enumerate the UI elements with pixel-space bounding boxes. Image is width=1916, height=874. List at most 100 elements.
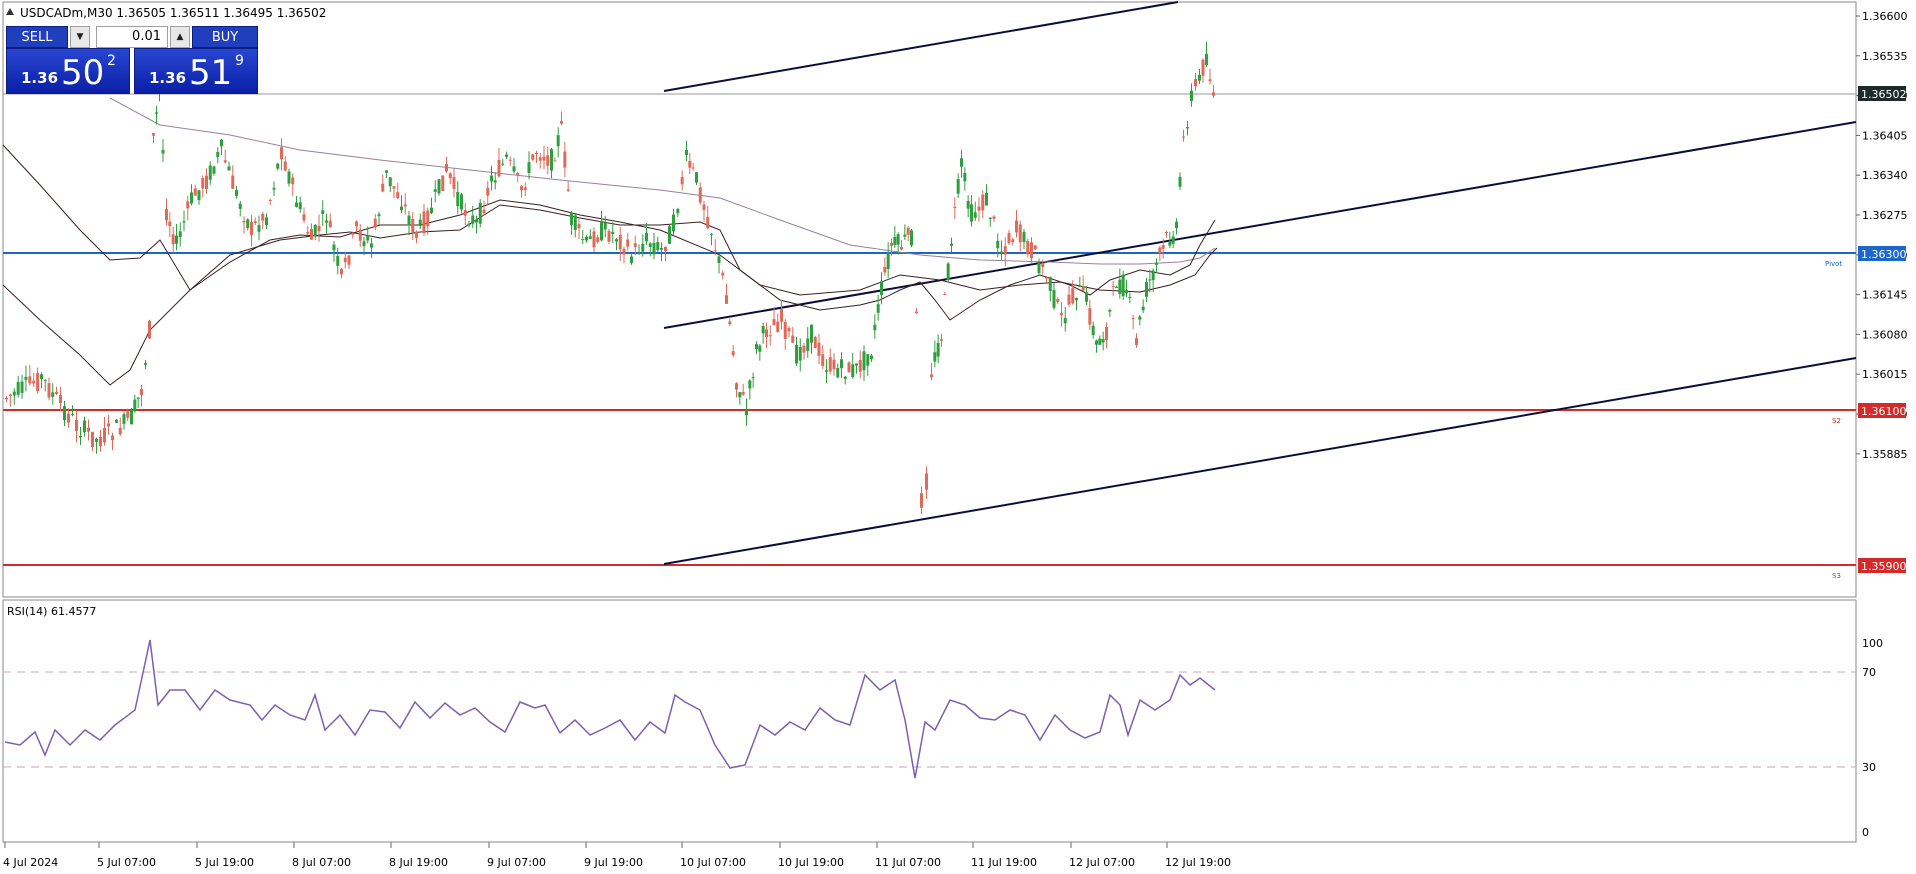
candle-body: [133, 399, 137, 412]
candle-body: [161, 149, 165, 154]
candle-body: [741, 392, 745, 395]
candle-body: [1145, 281, 1148, 297]
candle-body: [758, 345, 762, 352]
candle-body: [32, 380, 36, 384]
candle-body: [1168, 241, 1172, 246]
candle-body: [310, 229, 313, 240]
candle-body: [1175, 221, 1178, 229]
candle-body: [415, 231, 418, 238]
lot-size-input[interactable]: 0.01: [96, 26, 168, 48]
candle-body: [535, 153, 538, 155]
candle-body: [560, 121, 563, 124]
candle-body: [272, 187, 276, 190]
lot-increase-button[interactable]: ▲: [170, 26, 190, 48]
candle-body: [1131, 318, 1135, 320]
candle-body: [51, 392, 55, 397]
price-tick-label: 1.36340: [1862, 169, 1908, 182]
sell-button[interactable]: SELL: [6, 26, 68, 48]
candle-body: [385, 170, 388, 173]
candle-body: [91, 431, 94, 448]
triangle-down-icon: ▼: [76, 32, 84, 42]
candle-body: [611, 231, 615, 234]
candle-body: [940, 339, 943, 341]
candle-body: [581, 239, 585, 241]
candle-body: [981, 194, 985, 211]
rsi-tick-100: 100: [1862, 637, 1883, 650]
candle-body: [828, 357, 832, 372]
candle-body: [858, 360, 862, 372]
candle-body: [268, 199, 272, 201]
candle-body: [570, 212, 573, 226]
candle-body: [900, 247, 903, 250]
candle-body: [355, 221, 358, 227]
candle-body: [810, 324, 813, 343]
candle-body: [227, 166, 231, 171]
chart-canvas[interactable]: USDCADm,M30 1.36505 1.36511 1.36495 1.36…: [0, 0, 1916, 874]
time-tick-label: 12 Jul 07:00: [1069, 856, 1135, 869]
rsi-tick-70: 70: [1862, 666, 1876, 679]
buy-price-box[interactable]: 1.36 51 9: [134, 48, 258, 94]
candle-body: [702, 204, 706, 210]
candle-body: [426, 210, 430, 227]
candle-body: [347, 255, 351, 265]
candle-body: [463, 210, 467, 216]
candle-body: [866, 354, 870, 366]
candle-body: [40, 374, 43, 380]
candle-body: [1078, 286, 1082, 288]
candle-body: [546, 155, 550, 166]
candle-body: [24, 376, 28, 380]
candle-body: [691, 167, 695, 169]
candle-body: [1052, 289, 1056, 308]
candle-body: [1000, 251, 1003, 254]
candle-body: [452, 177, 456, 189]
candle-body: [1033, 245, 1037, 250]
sell-price-prefix: 1.36: [21, 69, 59, 87]
candle-body: [422, 211, 426, 234]
candle-body: [1125, 290, 1128, 294]
time-tick-label: 8 Jul 07:00: [292, 856, 351, 869]
candle-body: [505, 154, 508, 157]
lot-decrease-button[interactable]: ▼: [70, 26, 90, 48]
candle-body: [1178, 176, 1182, 187]
candle-body: [960, 158, 963, 167]
candle-body: [985, 192, 988, 206]
candle-body: [710, 233, 713, 235]
candle-body: [851, 364, 855, 378]
candle-body: [1121, 275, 1125, 297]
candle-body: [276, 163, 280, 169]
candle-body: [970, 204, 973, 222]
candle-body: [735, 383, 738, 390]
sell-price-big: 50: [61, 53, 105, 93]
candle-body: [1075, 297, 1078, 301]
candle-body: [478, 202, 482, 224]
candle-body: [688, 160, 692, 168]
candle-body: [362, 241, 366, 247]
candle-body: [140, 388, 143, 396]
candle-body: [118, 427, 122, 435]
candle-body: [475, 219, 478, 223]
candle-body: [291, 177, 295, 185]
candle-body: [358, 229, 362, 241]
candle-body: [862, 351, 866, 371]
sell-price-box[interactable]: 1.36 50 2: [6, 48, 130, 94]
candle-body: [1128, 296, 1132, 298]
candle-body: [798, 347, 802, 361]
candle-body: [1071, 288, 1075, 304]
candle-body: [956, 179, 960, 194]
time-axis: 4 Jul 2024 5 Jul 07:00 5 Jul 19:00 8 Jul 07…: [3, 842, 1231, 869]
candle-body: [563, 151, 567, 168]
candle-body: [193, 188, 197, 196]
buy-button[interactable]: BUY: [192, 26, 258, 48]
time-tick-label: 8 Jul 19:00: [389, 856, 448, 869]
candle-body: [783, 321, 787, 339]
candle-body: [637, 252, 641, 254]
candle-body: [622, 248, 626, 255]
candle-body: [325, 220, 328, 223]
candle-body: [99, 437, 102, 447]
candle-body: [672, 214, 675, 232]
time-tick-label: 11 Jul 07:00: [875, 856, 941, 869]
candle-body: [448, 173, 452, 179]
candle-body: [445, 163, 448, 172]
candle-body: [433, 189, 437, 192]
candle-body: [806, 338, 810, 351]
